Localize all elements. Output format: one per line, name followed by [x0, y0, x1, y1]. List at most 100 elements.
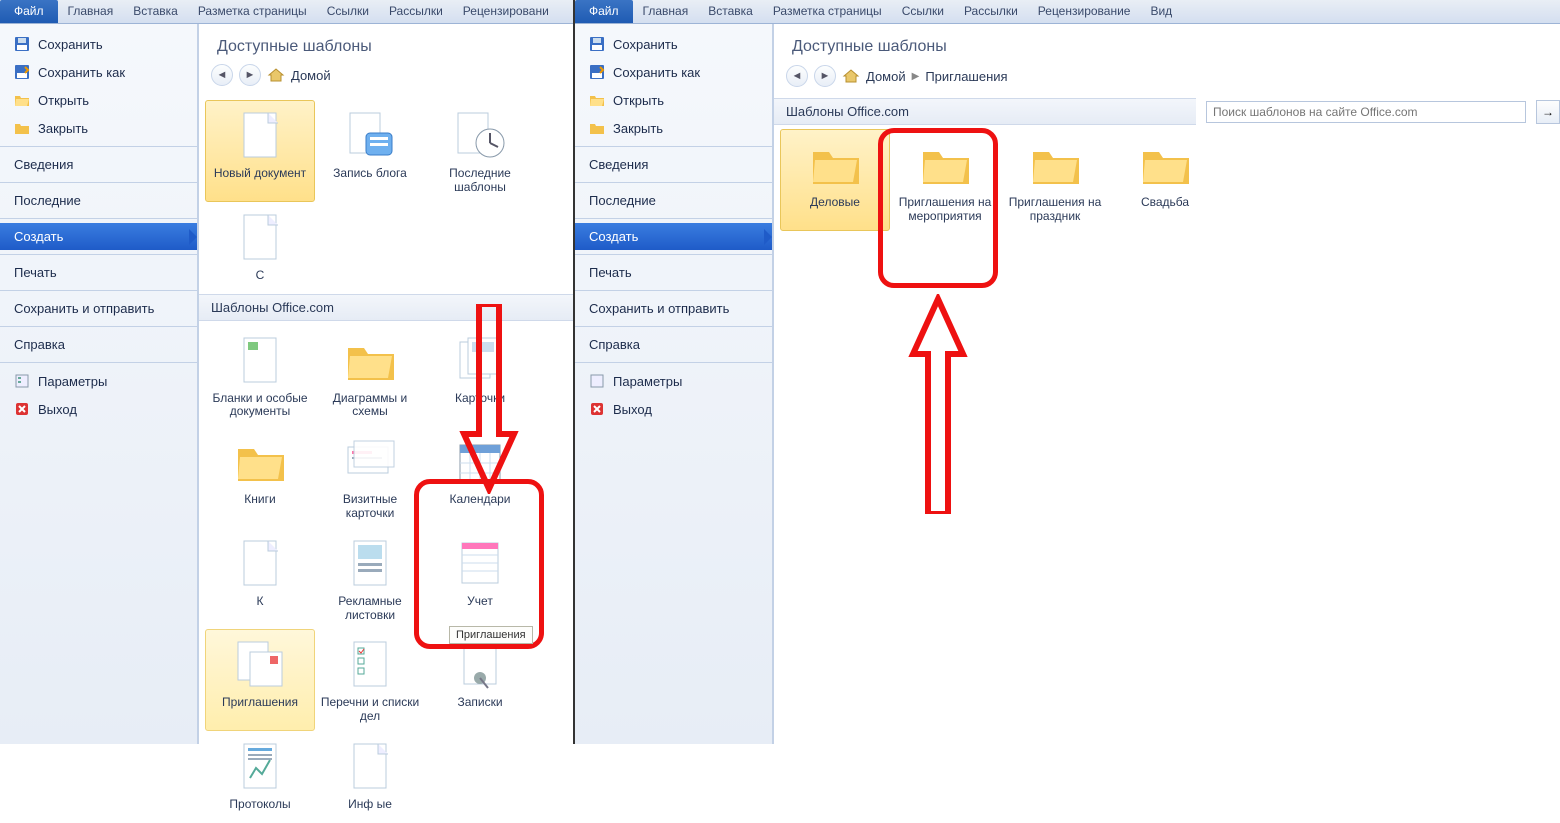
breadcrumb: ◄ ► Домой ▶ Приглашения: [774, 64, 1560, 98]
side-label: Сохранить и отправить: [589, 301, 729, 316]
options-icon: [14, 373, 30, 389]
template-tile-books[interactable]: Книги: [205, 426, 315, 528]
side-recent[interactable]: Последние: [575, 187, 772, 214]
template-tile-flyers[interactable]: Рекламные листовки: [315, 528, 425, 630]
ribbon-tab[interactable]: Разметка страницы: [188, 0, 317, 23]
template-tile-cards[interactable]: Карточки: [425, 325, 535, 427]
template-tile-cut2[interactable]: К: [205, 528, 315, 630]
ribbon-tab[interactable]: Главная: [58, 0, 124, 23]
template-tile-diag[interactable]: Диаграммы и схемы: [315, 325, 425, 427]
template-tile-bcards[interactable]: Визитные карточки: [315, 426, 425, 528]
nav-fwd-button[interactable]: ►: [814, 65, 836, 87]
ribbon-tab[interactable]: Ссылки: [317, 0, 379, 23]
side-label: Сохранить: [613, 37, 678, 52]
side-help[interactable]: Справка: [0, 331, 197, 358]
side-close[interactable]: Закрыть: [0, 114, 197, 142]
side-options[interactable]: Параметры: [575, 367, 772, 395]
home-icon[interactable]: [842, 68, 860, 84]
template-tile-blanks[interactable]: Бланки и особые документы: [205, 325, 315, 427]
ribbon-tab[interactable]: Вид: [1140, 0, 1182, 23]
side-open[interactable]: Открыть: [0, 86, 197, 114]
ribbon-tab[interactable]: Главная: [633, 0, 699, 23]
ribbon-tab-file[interactable]: Файл: [0, 0, 58, 23]
open-icon: [589, 92, 605, 108]
template-tile-holiday[interactable]: Приглашения на праздник: [1000, 129, 1110, 231]
search-go-button[interactable]: →: [1536, 100, 1560, 124]
side-label: Печать: [589, 265, 632, 280]
tile-label: Приглашения на праздник: [1003, 196, 1107, 224]
side-share[interactable]: Сохранить и отправить: [0, 295, 197, 322]
side-saveas[interactable]: Сохранить как: [0, 58, 197, 86]
side-new[interactable]: Создать: [575, 223, 772, 250]
side-label: Сохранить как: [613, 65, 700, 80]
template-tile-wed[interactable]: Свадьба: [1110, 129, 1220, 231]
ribbon-tab[interactable]: Рассылки: [379, 0, 453, 23]
side-open[interactable]: Открыть: [575, 86, 772, 114]
template-tile-cut[interactable]: С: [205, 202, 315, 290]
template-tile-newdoc[interactable]: Новый документ: [205, 100, 315, 202]
ribbon: Файл Главная Вставка Разметка страницы С…: [0, 0, 573, 24]
crumb-home[interactable]: Домой: [866, 69, 906, 84]
template-tile-recenttpl[interactable]: Последние шаблоны: [425, 100, 535, 202]
side-label: Выход: [38, 402, 77, 417]
side-info[interactable]: Сведения: [0, 151, 197, 178]
side-options[interactable]: Параметры: [0, 367, 197, 395]
templates-content: Доступные шаблоны ◄ ► Домой ▶ Приглашени…: [773, 24, 1560, 744]
saveas-icon: [14, 64, 30, 80]
side-save[interactable]: Сохранить: [0, 30, 197, 58]
tile-label: Приглашения на мероприятия: [893, 196, 997, 224]
ribbon-tab[interactable]: Рассылки: [954, 0, 1028, 23]
side-new[interactable]: Создать: [0, 223, 197, 250]
nav-back-button[interactable]: ◄: [211, 64, 233, 86]
ribbon-tab[interactable]: Вставка: [698, 0, 763, 23]
template-tile-biz[interactable]: Деловые: [780, 129, 890, 231]
side-saveas[interactable]: Сохранить как: [575, 58, 772, 86]
template-search-input[interactable]: [1206, 101, 1526, 123]
side-label: Параметры: [613, 374, 682, 389]
ribbon-tab[interactable]: Ссылки: [892, 0, 954, 23]
side-print[interactable]: Печать: [0, 259, 197, 286]
tile-label: К: [208, 595, 312, 609]
side-print[interactable]: Печать: [575, 259, 772, 286]
side-save[interactable]: Сохранить: [575, 30, 772, 58]
ribbon-tab[interactable]: Вставка: [123, 0, 188, 23]
ribbon-tab[interactable]: Разметка страницы: [763, 0, 892, 23]
page-icon: [230, 209, 290, 265]
clockpage-icon: [450, 107, 510, 163]
side-label: Сведения: [14, 157, 73, 172]
template-tile-proto[interactable]: Протоколы: [205, 731, 315, 819]
nav-back-button[interactable]: ◄: [786, 65, 808, 87]
template-tile-cal[interactable]: Календари: [425, 426, 535, 528]
home-icon[interactable]: [267, 67, 285, 83]
crumb-invitations[interactable]: Приглашения: [925, 69, 1007, 84]
template-tile-blog[interactable]: Запись блога: [315, 100, 425, 202]
template-tile-cut3[interactable]: Инф ые: [315, 731, 425, 819]
ribbon-tab-file[interactable]: Файл: [575, 0, 633, 23]
template-tile-notes[interactable]: Записки: [425, 629, 535, 731]
template-tile-event[interactable]: Приглашения на мероприятия: [890, 129, 1000, 231]
section-officecom: Шаблоны Office.com: [774, 98, 1196, 125]
side-label: Открыть: [613, 93, 664, 108]
template-tile-acct[interactable]: Учет: [425, 528, 535, 630]
side-info[interactable]: Сведения: [575, 151, 772, 178]
tile-label: Перечни и списки дел: [318, 696, 422, 724]
side-exit[interactable]: Выход: [575, 395, 772, 423]
crumb-home[interactable]: Домой: [291, 68, 331, 83]
side-share[interactable]: Сохранить и отправить: [575, 295, 772, 322]
ribbon-tab[interactable]: Рецензировани: [453, 0, 559, 23]
side-exit[interactable]: Выход: [0, 395, 197, 423]
nav-fwd-button[interactable]: ►: [239, 64, 261, 86]
side-label: Сохранить: [38, 37, 103, 52]
tile-label: Деловые: [783, 196, 887, 210]
template-tile-lists[interactable]: Перечни и списки дел: [315, 629, 425, 731]
side-recent[interactable]: Последние: [0, 187, 197, 214]
template-tile-inv[interactable]: Приглашения: [205, 629, 315, 731]
side-help[interactable]: Справка: [575, 331, 772, 358]
side-label: Сохранить и отправить: [14, 301, 154, 316]
ribbon-tab[interactable]: Рецензирование: [1028, 0, 1141, 23]
tile-label: Записки: [428, 696, 532, 710]
template-grid-office: Бланки и особые документыДиаграммы и схе…: [199, 321, 573, 823]
ribbon: Файл Главная Вставка Разметка страницы С…: [575, 0, 1560, 24]
side-close[interactable]: Закрыть: [575, 114, 772, 142]
tile-label: Визитные карточки: [318, 493, 422, 521]
